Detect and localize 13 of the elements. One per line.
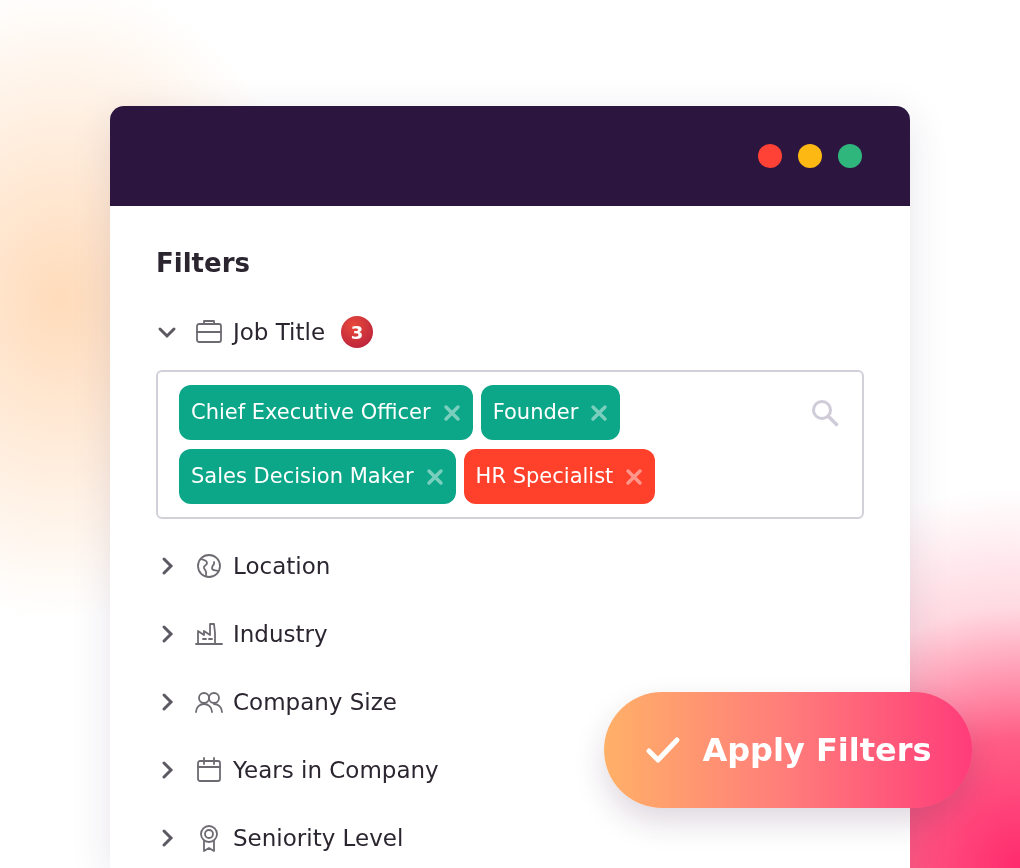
count-badge: 3 [341, 316, 374, 348]
window-control-dot[interactable] [798, 144, 822, 168]
calendar-icon [194, 755, 224, 785]
filter-label[interactable]: Industry [233, 616, 328, 652]
filter-label[interactable]: Years in Company [233, 752, 439, 788]
globe-icon [194, 551, 224, 581]
filter-label[interactable]: Job Title [233, 314, 326, 350]
filter-label[interactable]: Seniority Level [233, 820, 404, 856]
filter-label[interactable]: Company Size [233, 684, 397, 720]
filter-label[interactable]: Location [233, 548, 331, 584]
panel-title: Filters [156, 247, 251, 280]
window-control-dot[interactable] [838, 144, 862, 168]
window-control-dot[interactable] [758, 144, 782, 168]
